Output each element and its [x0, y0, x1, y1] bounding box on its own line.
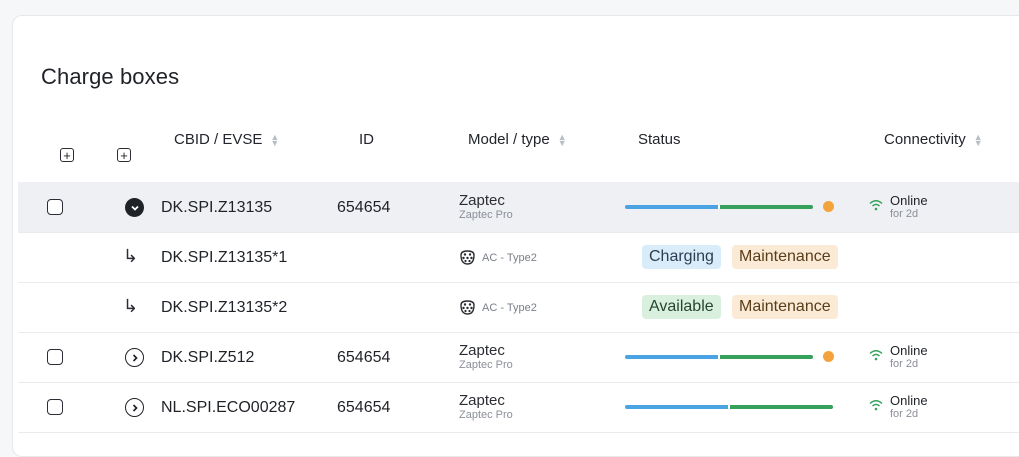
table-row[interactable]: NL.SPI.ECO00287 654654 Zaptec Zaptec Pro…	[18, 382, 1019, 433]
select-all-plus-icon[interactable]: +	[60, 148, 74, 162]
connectivity-duration: for 2d	[890, 208, 919, 220]
sort-icon[interactable]: ▲ ▼	[974, 132, 983, 147]
status-bar	[625, 205, 813, 209]
status-dot	[823, 201, 834, 212]
header-id-label: ID	[359, 131, 374, 148]
type2-plug-icon	[460, 250, 475, 265]
status-bar-blue	[625, 205, 718, 209]
evse-cbid-cell: DK.SPI.Z13135*1	[161, 249, 288, 266]
model-subtitle: Zaptec Pro	[459, 209, 513, 221]
expand-chevron-icon[interactable]	[125, 398, 144, 417]
connectivity-status: Online	[890, 343, 928, 358]
sort-icon[interactable]: ▲ ▼	[558, 132, 567, 147]
model-cell: Zaptec Zaptec Pro	[459, 343, 513, 372]
connectivity-duration: for 2d	[890, 408, 919, 420]
type2-plug-icon	[460, 300, 475, 315]
status-tag-maintenance: Maintenance	[732, 245, 838, 269]
expand-all-plus-icon[interactable]: +	[117, 148, 131, 162]
model-name: Zaptec	[459, 392, 505, 409]
connectivity-cell: Online for 2d	[869, 194, 928, 220]
status-bar-green	[720, 205, 813, 209]
connectivity-cell: Online for 2d	[869, 394, 928, 420]
header-id: ID	[359, 131, 374, 148]
table-row[interactable]: DK.SPI.Z13135 654654 Zaptec Zaptec Pro O…	[18, 182, 1019, 233]
return-arrow-icon: ↳	[123, 296, 139, 316]
row-checkbox[interactable]	[47, 349, 63, 365]
plug-cell: AC - Type2	[459, 249, 537, 266]
header-cbid[interactable]: CBID / EVSE ▲ ▼	[174, 131, 279, 148]
header-connectivity[interactable]: Connectivity ▲ ▼	[884, 131, 983, 148]
cbid-cell: DK.SPI.Z13135	[161, 199, 273, 216]
status-bar	[625, 355, 813, 359]
table-row[interactable]: DK.SPI.Z512 654654 Zaptec Zaptec Pro Onl…	[18, 332, 1019, 383]
header-status-label: Status	[638, 131, 681, 148]
plug-type: AC - Type2	[482, 301, 537, 314]
status-tag-maintenance: Maintenance	[732, 295, 838, 319]
page-title: Charge boxes	[41, 64, 180, 89]
model-name: Zaptec	[459, 192, 505, 209]
header-model[interactable]: Model / type ▲ ▼	[468, 131, 567, 148]
model-cell: Zaptec Zaptec Pro	[459, 393, 513, 422]
status-bar-blue	[625, 355, 718, 359]
collapse-chevron-icon[interactable]	[125, 198, 144, 217]
status-tag-charging: Charging	[642, 245, 721, 269]
status-dot	[823, 351, 834, 362]
plug-cell: AC - Type2	[459, 299, 537, 316]
wifi-icon	[869, 200, 883, 211]
connectivity-duration: for 2d	[890, 358, 919, 370]
return-arrow-icon: ↳	[123, 246, 139, 266]
status-bar-green	[730, 405, 833, 409]
model-cell: Zaptec Zaptec Pro	[459, 193, 513, 222]
model-subtitle: Zaptec Pro	[459, 409, 513, 421]
status-bar-green	[720, 355, 813, 359]
connectivity-status: Online	[890, 393, 928, 408]
status-bar	[625, 405, 833, 409]
table-row-evse[interactable]: ↳ DK.SPI.Z13135*1 AC - Type2 Charging Ma…	[18, 232, 1019, 283]
connectivity-cell: Online for 2d	[869, 344, 928, 370]
header-model-label: Model / type	[468, 131, 550, 148]
header-status: Status	[638, 131, 681, 148]
expand-chevron-icon[interactable]	[125, 348, 144, 367]
id-cell: 654654	[337, 199, 391, 216]
row-checkbox[interactable]	[47, 399, 63, 415]
model-subtitle: Zaptec Pro	[459, 359, 513, 371]
id-cell: 654654	[337, 399, 391, 416]
row-checkbox[interactable]	[47, 199, 63, 215]
cbid-cell: DK.SPI.Z512	[161, 349, 255, 366]
sort-icon[interactable]: ▲ ▼	[270, 132, 279, 147]
plug-type: AC - Type2	[482, 251, 537, 264]
wifi-icon	[869, 350, 883, 361]
cbid-cell: NL.SPI.ECO00287	[161, 399, 296, 416]
model-name: Zaptec	[459, 342, 505, 359]
table-row-evse[interactable]: ↳ DK.SPI.Z13135*2 AC - Type2 Available M…	[18, 282, 1019, 333]
header-connectivity-label: Connectivity	[884, 131, 966, 148]
header-cbid-label: CBID / EVSE	[174, 131, 263, 148]
id-cell: 654654	[337, 349, 391, 366]
status-bar-blue	[625, 405, 728, 409]
connectivity-status: Online	[890, 193, 928, 208]
evse-cbid-cell: DK.SPI.Z13135*2	[161, 299, 288, 316]
status-tag-available: Available	[642, 295, 721, 319]
wifi-icon	[869, 400, 883, 411]
